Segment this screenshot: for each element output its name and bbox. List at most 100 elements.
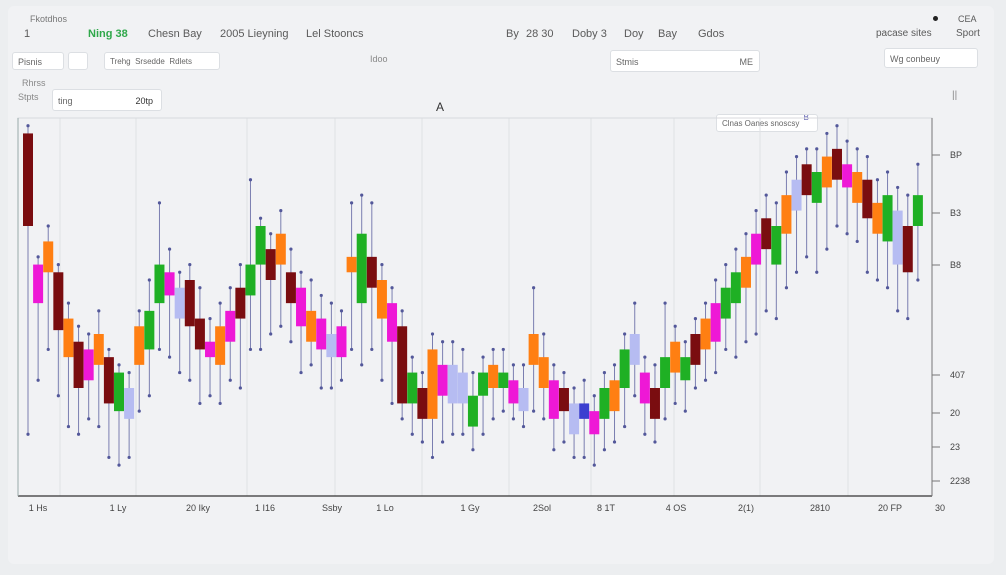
candle-high-dot-43 — [461, 347, 465, 352]
candle-body-88 — [912, 195, 923, 226]
x-tick-label-10: 2(1) — [738, 503, 754, 513]
candle-body-18 — [205, 341, 216, 358]
candle-low-dot-14 — [167, 355, 172, 359]
candle-low-dot-48 — [511, 417, 515, 421]
x-tick-label-0: 1 Hs — [29, 503, 48, 513]
candle-low-dot-47 — [501, 409, 505, 413]
candle-body-79 — [821, 156, 832, 188]
candle-low-dot-17 — [198, 401, 202, 406]
candle-body-26 — [285, 272, 296, 304]
candle-low-dot-5 — [76, 432, 81, 436]
candle-high-dot-11 — [137, 309, 141, 313]
candle-high-dot-74 — [774, 201, 778, 205]
candle-body-33 — [356, 233, 367, 304]
candle-body-11 — [134, 326, 145, 365]
x-tick-label-11: 2810 — [810, 503, 830, 513]
candle-low-dot-68 — [714, 370, 718, 375]
candle-body-69 — [720, 287, 731, 319]
candle-body-23 — [255, 226, 266, 265]
candle-high-dot-53 — [562, 370, 566, 375]
candle-body-35 — [376, 280, 387, 319]
candle-body-48 — [508, 380, 519, 404]
candle-high-dot-40 — [430, 332, 435, 336]
candle-body-25 — [275, 233, 286, 265]
candle-low-dot-22 — [248, 347, 253, 352]
candle-body-71 — [740, 256, 751, 288]
candle-low-dot-23 — [258, 347, 263, 352]
candle-low-dot-46 — [491, 417, 495, 421]
candle-high-dot-28 — [309, 278, 313, 282]
candle-high-dot-69 — [724, 262, 728, 267]
candle-body-38 — [407, 372, 418, 404]
candle-low-dot-50 — [532, 409, 536, 413]
candle-high-dot-63 — [663, 301, 667, 305]
candle-low-dot-6 — [87, 417, 91, 421]
candle-high-dot-85 — [885, 170, 890, 174]
x-tick-label-7: 2Sol — [533, 503, 551, 513]
candle-high-dot-17 — [198, 286, 202, 290]
candle-low-dot-49 — [521, 424, 526, 429]
candle-high-dot-38 — [410, 355, 414, 359]
plot-area — [17, 117, 933, 497]
candle-low-dot-77 — [805, 255, 809, 259]
candle-high-dot-75 — [784, 170, 789, 174]
candle-body-6 — [83, 349, 94, 381]
candle-low-dot-43 — [461, 432, 465, 436]
candle-high-dot-87 — [906, 193, 910, 197]
candle-low-dot-18 — [208, 394, 212, 398]
candle-high-dot-25 — [279, 208, 283, 213]
candle-high-dot-27 — [299, 270, 303, 274]
y-tick-label-2: B8 — [950, 260, 961, 270]
candle-low-dot-8 — [107, 455, 111, 460]
candle-high-dot-14 — [167, 247, 172, 251]
candle-body-29 — [316, 318, 327, 350]
candle-low-dot-52 — [552, 448, 556, 452]
candle-body-9 — [114, 372, 125, 412]
candle-low-dot-26 — [289, 340, 293, 344]
candle-low-dot-0 — [26, 432, 30, 436]
candle-body-7 — [93, 334, 104, 365]
candle-body-13 — [154, 264, 165, 304]
candle-low-dot-1 — [36, 378, 40, 382]
candle-high-dot-30 — [329, 301, 333, 305]
candle-body-55 — [579, 403, 590, 419]
x-tick-label-13: 30 — [935, 503, 945, 513]
candle-body-8 — [103, 357, 114, 404]
candle-high-dot-37 — [400, 309, 404, 313]
candle-low-dot-69 — [724, 347, 728, 352]
candle-high-dot-61 — [643, 355, 647, 359]
candle-high-dot-0 — [26, 124, 30, 128]
candle-body-82 — [852, 172, 863, 203]
candle-body-22 — [245, 264, 256, 296]
candle-low-dot-67 — [703, 378, 708, 382]
candle-low-dot-20 — [228, 378, 232, 382]
candle-high-dot-51 — [542, 332, 546, 336]
candle-high-dot-1 — [36, 255, 40, 259]
candle-high-dot-50 — [532, 286, 536, 290]
candle-high-dot-56 — [592, 394, 596, 398]
candle-high-dot-23 — [258, 216, 263, 220]
candle-body-51 — [538, 357, 549, 388]
candle-high-dot-44 — [471, 370, 475, 375]
candle-high-dot-59 — [623, 332, 627, 336]
candle-low-dot-34 — [370, 347, 374, 352]
candle-high-dot-49 — [521, 363, 526, 367]
candle-body-17 — [194, 318, 205, 350]
candle-low-dot-74 — [774, 316, 778, 321]
candle-body-4 — [63, 318, 74, 358]
candle-body-50 — [528, 334, 539, 365]
candle-high-dot-73 — [764, 193, 768, 197]
x-tick-label-2: 20 Iky — [186, 503, 211, 513]
candle-low-dot-30 — [329, 386, 333, 390]
candle-high-dot-52 — [552, 363, 556, 367]
candle-high-dot-16 — [188, 262, 192, 267]
candle-high-dot-26 — [289, 247, 293, 251]
candle-low-dot-36 — [390, 401, 394, 406]
candle-high-dot-18 — [208, 316, 212, 321]
candle-body-67 — [700, 318, 711, 350]
candle-low-dot-13 — [157, 347, 162, 352]
candle-body-72 — [751, 233, 762, 265]
candle-body-0 — [23, 133, 33, 226]
candle-low-dot-61 — [643, 432, 647, 436]
candle-high-dot-19 — [218, 301, 222, 305]
